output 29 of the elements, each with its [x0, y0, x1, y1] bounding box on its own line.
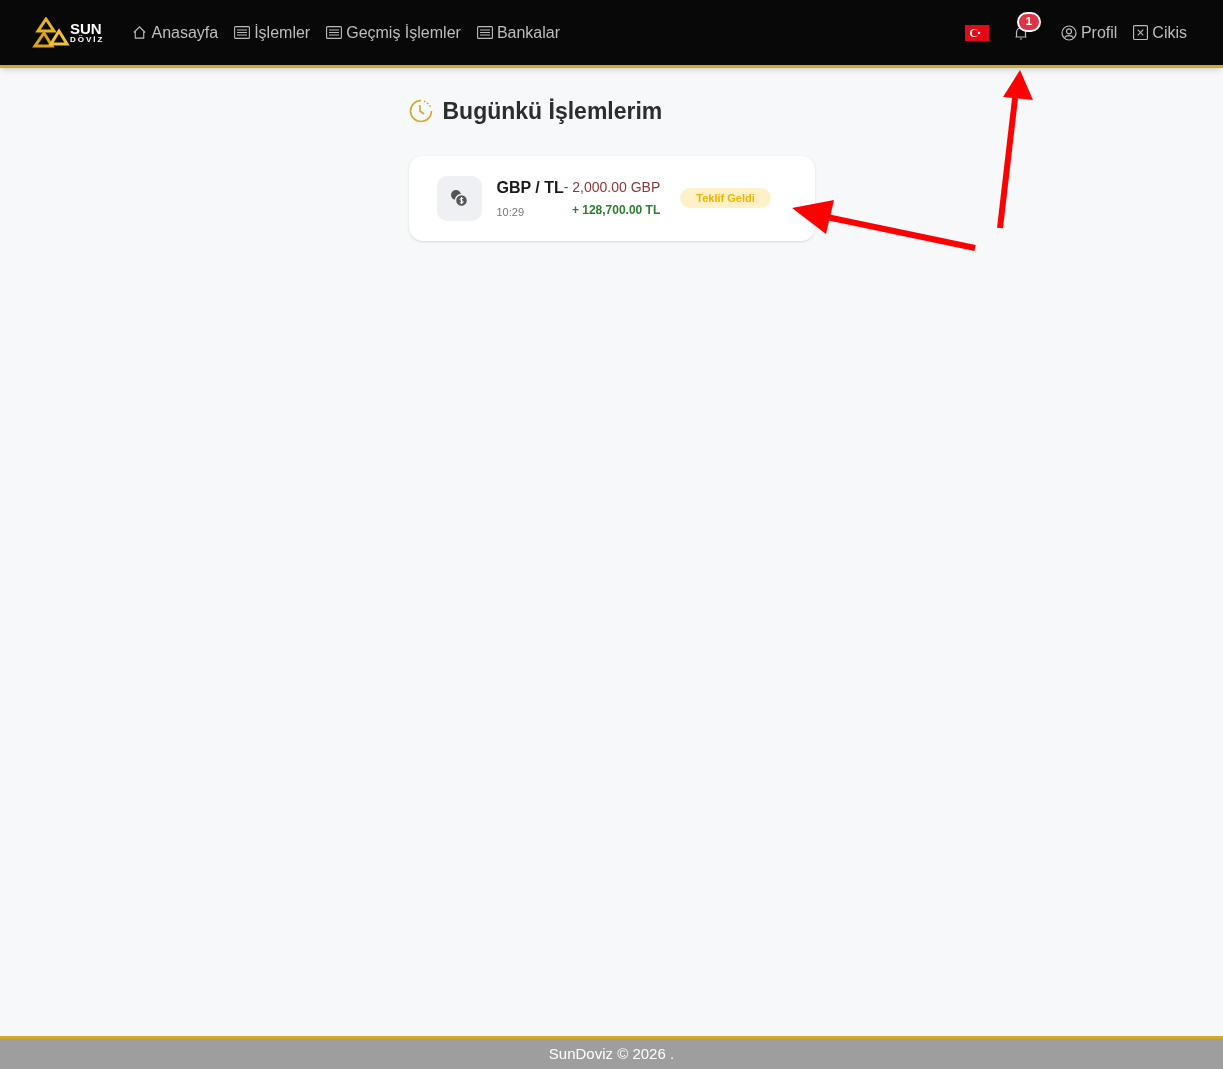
list-icon — [476, 26, 493, 39]
list-icon — [326, 26, 343, 39]
turkish-flag-icon[interactable] — [964, 24, 989, 41]
currency-icon — [436, 175, 482, 221]
home-icon — [132, 25, 148, 40]
user-icon — [1060, 24, 1077, 41]
transaction-time: 10:29 — [496, 204, 526, 220]
nav-link[interactable]: Anasayfa — [132, 20, 219, 45]
page-title: Bugünkü İşlemlerim — [442, 97, 663, 126]
arrow-icon — [994, 70, 1036, 230]
clock-icon — [408, 99, 433, 124]
debit-amount: - 2,000.00 GBP — [563, 178, 661, 197]
list-icon — [234, 26, 251, 39]
logo-subtext: DÖVİZ — [70, 36, 105, 44]
status-badge: Teklif Geldi — [680, 187, 771, 209]
nav-link[interactable]: İşlemler — [234, 20, 311, 45]
credit-amount: + 128,700.00 TL — [571, 202, 661, 219]
nav-link[interactable]: Profil — [1060, 20, 1118, 45]
nav-link[interactable]: Cikis — [1133, 20, 1187, 45]
transaction-card[interactable]: GBP / TL 10:29 - 2,000.00 GBP + 128,700.00 TL Teklif Geldi — [408, 155, 815, 241]
nav-link[interactable]: Bankalar — [476, 20, 561, 45]
logo-icon — [32, 16, 72, 49]
notification-badge: 1 — [1016, 11, 1041, 32]
logo-text: SUN — [70, 21, 103, 36]
nav-link[interactable]: Geçmiş İşlemler — [326, 20, 461, 45]
arrow-icon — [792, 198, 977, 254]
currency-pair: GBP / TL — [496, 177, 564, 198]
footer-text: SunDoviz © 2026 . — [548, 1043, 675, 1064]
close-icon — [1133, 25, 1149, 40]
